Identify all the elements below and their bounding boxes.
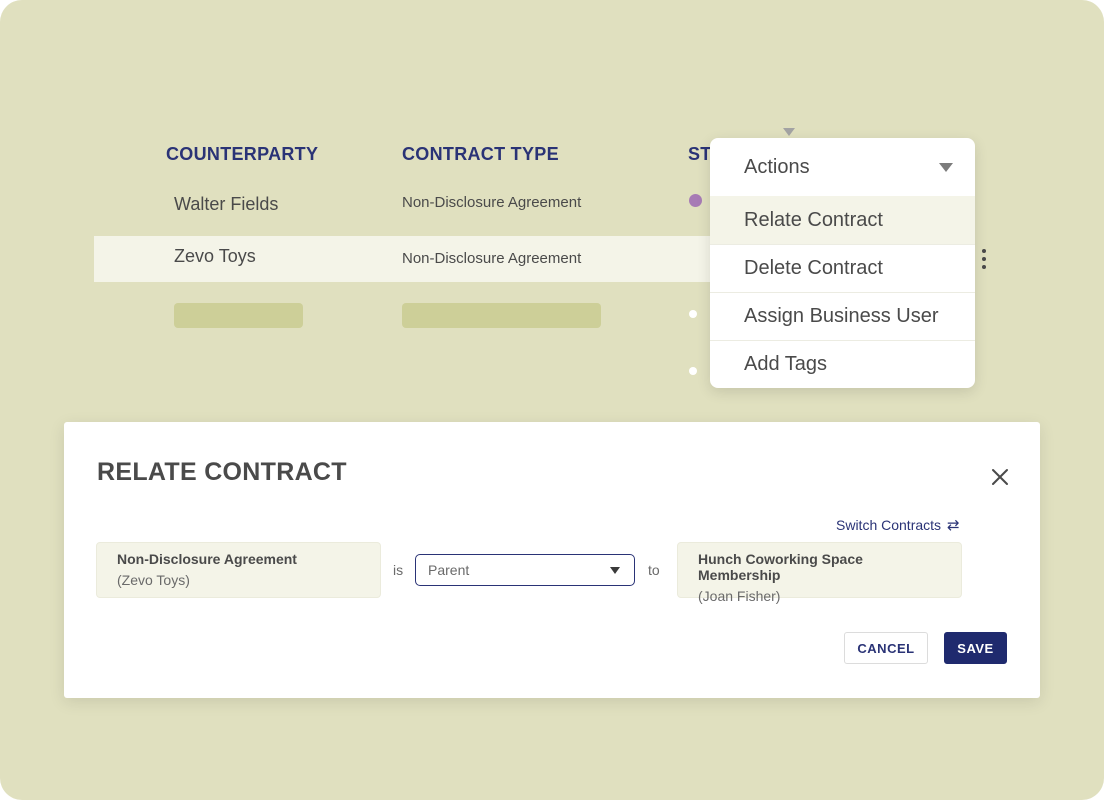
table-row-contract-type: Non-Disclosure Agreement xyxy=(402,250,582,267)
menu-item-add-tags[interactable]: Add Tags xyxy=(710,340,975,388)
source-contract-title: Non-Disclosure Agreement xyxy=(117,551,297,567)
to-label: to xyxy=(648,562,660,578)
target-contract-party: (Joan Fisher) xyxy=(698,588,781,604)
target-contract-title: Hunch Coworking Space Membership xyxy=(698,551,863,583)
chevron-down-icon xyxy=(939,162,953,172)
sort-caret-icon[interactable] xyxy=(783,128,795,136)
table-row-counterparty: Walter Fields xyxy=(174,194,279,214)
menu-item-delete-contract[interactable]: Delete Contract xyxy=(710,244,975,292)
column-header-contract-type[interactable]: CONTRACT TYPE xyxy=(402,144,559,165)
swap-arrows-icon: ⇄ xyxy=(947,517,960,534)
loading-placeholder xyxy=(402,303,601,328)
switch-contracts-label: Switch Contracts xyxy=(836,517,942,533)
status-dot xyxy=(689,310,697,318)
loading-placeholder xyxy=(174,303,303,328)
chevron-down-icon xyxy=(610,566,620,574)
save-button[interactable]: SAVE xyxy=(944,632,1007,664)
menu-item-assign-business-user[interactable]: Assign Business User xyxy=(710,292,975,340)
column-header-status[interactable]: ST xyxy=(688,144,712,165)
actions-label: Actions xyxy=(744,155,810,178)
relation-select-value: Parent xyxy=(428,562,470,578)
kebab-icon[interactable] xyxy=(978,249,990,269)
table-row-contract-type: Non-Disclosure Agreement xyxy=(402,194,582,211)
table-row-counterparty: Zevo Toys xyxy=(174,246,256,266)
status-dot xyxy=(689,367,697,375)
source-contract-party: (Zevo Toys) xyxy=(117,572,190,588)
switch-contracts-link[interactable]: Switch Contracts ⇄ xyxy=(836,516,960,534)
source-contract-box: Non-Disclosure Agreement (Zevo Toys) xyxy=(96,542,381,598)
modal-title: RELATE CONTRACT xyxy=(97,458,347,486)
target-contract-box[interactable]: Hunch Coworking Space Membership (Joan F… xyxy=(677,542,962,604)
actions-dropdown-toggle[interactable]: Actions xyxy=(710,138,975,196)
cancel-button[interactable]: CANCEL xyxy=(844,632,928,664)
menu-item-relate-contract[interactable]: Relate Contract xyxy=(710,196,975,244)
close-icon[interactable] xyxy=(990,467,1010,487)
app-canvas: COUNTERPARTY CONTRACT TYPE ST Walter Fie… xyxy=(0,0,1104,800)
relation-select[interactable]: Parent xyxy=(415,554,635,586)
is-label: is xyxy=(393,562,404,578)
status-dot xyxy=(689,194,702,207)
column-header-counterparty[interactable]: COUNTERPARTY xyxy=(166,144,318,165)
relate-contract-modal: RELATE CONTRACT Switch Contracts ⇄ Non-D… xyxy=(64,422,1040,698)
actions-menu: Actions Relate Contract Delete Contract … xyxy=(710,138,975,388)
